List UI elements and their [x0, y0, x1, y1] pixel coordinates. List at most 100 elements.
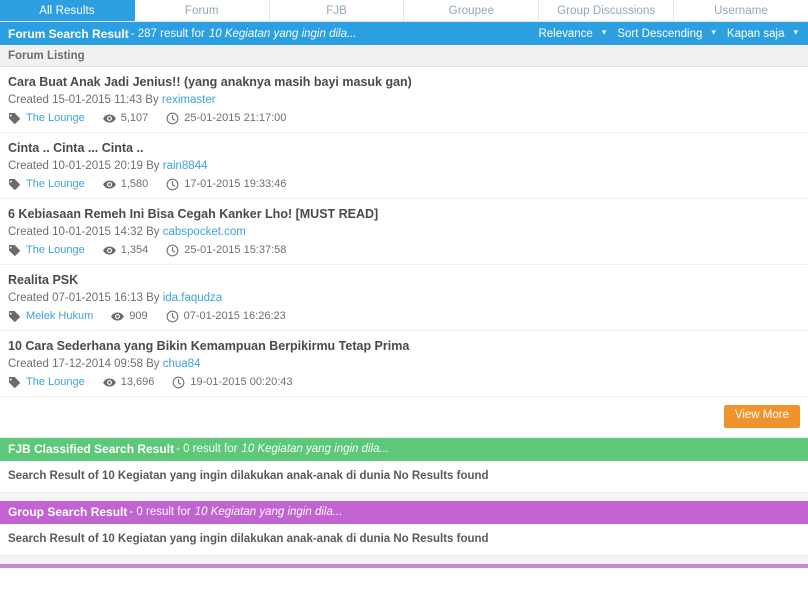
- eye-icon: [102, 178, 116, 191]
- forum-result-row[interactable]: Cara Buat Anak Jadi Jenius!! (yang anakn…: [0, 67, 808, 134]
- forum-search-query: 10 Kegiatan yang ingin dila...: [208, 27, 357, 40]
- tag-icon: [8, 310, 21, 323]
- result-created-label: Created 10-01-2015 14:32 By: [8, 226, 160, 239]
- result-title[interactable]: 6 Kebiasaan Remeh Ini Bisa Cegah Kanker …: [8, 207, 800, 221]
- result-stats: The Lounge 1,354 25-01-2015 15:37:58: [8, 244, 800, 257]
- bottom-accent-rule: [0, 563, 808, 568]
- forum-result-row[interactable]: 6 Kebiasaan Remeh Ini Bisa Cegah Kanker …: [0, 199, 808, 266]
- result-created-meta: Created 17-12-2014 09:58 By chua84: [8, 358, 800, 371]
- result-stats: The Lounge 5,107 25-01-2015 21:17:00: [8, 112, 800, 125]
- result-forum-link[interactable]: The Lounge: [26, 245, 85, 256]
- result-stats: The Lounge 13,696 19-01-2015 00:20:43: [8, 376, 800, 389]
- result-forum-stat[interactable]: Melek Hukum: [8, 310, 93, 323]
- result-created-meta: Created 10-01-2015 14:32 By cabspocket.c…: [8, 226, 800, 239]
- result-lastpost-stat: 17-01-2015 19:33:46: [166, 178, 286, 191]
- result-created-meta: Created 10-01-2015 20:19 By rain8844: [8, 160, 800, 173]
- tab-forum[interactable]: Forum: [134, 0, 270, 21]
- group-section-title: Group Search Result: [8, 505, 128, 520]
- clock-icon: [172, 376, 185, 389]
- eye-icon: [102, 112, 116, 125]
- forum-listing-label: Forum Listing: [8, 49, 85, 62]
- tab-label: Forum: [184, 4, 219, 17]
- sort-order-dropdown-label: Sort Descending: [617, 27, 703, 40]
- result-created-label: Created 15-01-2015 11:43 By: [8, 94, 159, 107]
- result-views-stat: 1,354: [102, 244, 149, 257]
- tab-all-results[interactable]: All Results: [0, 0, 135, 21]
- eye-icon: [102, 376, 116, 389]
- result-views-stat: 1,580: [102, 178, 148, 191]
- forum-listing-header: Forum Listing: [0, 45, 808, 67]
- result-views-stat: 13,696: [102, 376, 155, 389]
- tab-fjb[interactable]: FJB: [269, 0, 405, 21]
- tag-icon: [8, 112, 21, 125]
- result-title[interactable]: 10 Cara Sederhana yang Bikin Kemampuan B…: [8, 339, 800, 353]
- tag-icon: [8, 376, 21, 389]
- fjb-section-title: FJB Classified Search Result: [8, 442, 175, 457]
- chevron-down-icon: ▾: [711, 27, 716, 37]
- result-forum-link[interactable]: Melek Hukum: [26, 311, 93, 322]
- forum-result-row[interactable]: 10 Cara Sederhana yang Bikin Kemampuan B…: [0, 331, 808, 398]
- result-views-stat: 909: [111, 310, 148, 323]
- fjb-search-query: 10 Kegiatan yang ingin dila...: [241, 443, 390, 456]
- result-views-count: 5,107: [120, 112, 149, 125]
- result-forum-stat[interactable]: The Lounge: [8, 178, 85, 191]
- view-more-button[interactable]: View More: [723, 405, 800, 428]
- result-lastpost-stat: 19-01-2015 00:20:43: [172, 376, 293, 389]
- result-lastpost-time: 25-01-2015 15:37:58: [184, 244, 287, 257]
- result-author-link[interactable]: chua84: [163, 358, 201, 370]
- fjb-result-count: - 0 result for: [176, 443, 238, 456]
- result-lastpost-time: 17-01-2015 19:33:46: [184, 178, 287, 191]
- result-title[interactable]: Realita PSK: [8, 273, 800, 287]
- result-title[interactable]: Cinta .. Cinta ... Cinta ..: [8, 141, 800, 155]
- tab-groupee[interactable]: Groupee: [404, 0, 540, 21]
- search-scope-tabs: All Results Forum FJB Groupee Group Disc…: [0, 0, 808, 22]
- result-views-count: 1,354: [120, 244, 149, 257]
- result-author-link[interactable]: ida.faqudza: [163, 292, 222, 304]
- result-created-label: Created 17-12-2014 09:58 By: [8, 358, 160, 371]
- tag-icon: [8, 178, 21, 191]
- result-forum-link[interactable]: The Lounge: [26, 179, 85, 190]
- forum-result-count: - 287 result for: [130, 27, 205, 40]
- tab-label: Group Discussions: [557, 4, 656, 17]
- forum-result-row[interactable]: Realita PSK Created 07-01-2015 16:13 By i…: [0, 265, 808, 332]
- time-range-dropdown[interactable]: Kapan saja ▾: [727, 28, 800, 40]
- result-author-link[interactable]: reximaster: [162, 94, 216, 106]
- relevance-dropdown[interactable]: Relevance ▾: [538, 28, 617, 40]
- result-lastpost-stat: 07-01-2015 16:26:23: [166, 310, 286, 323]
- forum-results-list: Cara Buat Anak Jadi Jenius!! (yang anakn…: [0, 67, 808, 398]
- result-forum-link[interactable]: The Lounge: [26, 113, 85, 124]
- sort-order-dropdown[interactable]: Sort Descending ▾: [617, 28, 727, 40]
- result-forum-link[interactable]: The Lounge: [26, 377, 85, 388]
- result-created-label: Created 07-01-2015 16:13 By: [8, 292, 160, 305]
- clock-icon: [166, 112, 179, 125]
- eye-icon: [102, 244, 116, 257]
- result-forum-stat[interactable]: The Lounge: [8, 376, 85, 389]
- chevron-down-icon: ▾: [793, 27, 798, 37]
- tab-group-discussions[interactable]: Group Discussions: [539, 0, 675, 21]
- result-stats: The Lounge 1,580 17-01-2015 19:33:46: [8, 178, 800, 191]
- result-forum-stat[interactable]: The Lounge: [8, 244, 85, 257]
- forum-section-title: Forum Search Result: [8, 26, 129, 41]
- tab-label: Username: [714, 4, 768, 17]
- result-author-link[interactable]: cabspocket.com: [163, 226, 246, 238]
- result-created-meta: Created 07-01-2015 16:13 By ida.faqudza: [8, 292, 800, 305]
- section-gap-bottom: [0, 555, 808, 564]
- tab-label: All Results: [39, 4, 95, 17]
- result-author-link[interactable]: rain8844: [163, 160, 208, 172]
- view-more-bar: View More: [0, 397, 808, 438]
- result-stats: Melek Hukum 909 07-01-2015 16:26:23: [8, 310, 800, 323]
- result-lastpost-time: 19-01-2015 00:20:43: [190, 376, 293, 389]
- forum-result-row[interactable]: Cinta .. Cinta ... Cinta .. Created 10-01…: [0, 133, 808, 200]
- result-views-stat: 5,107: [102, 112, 149, 125]
- fjb-search-result-header: FJB Classified Search Result - 0 result …: [0, 437, 808, 461]
- time-range-dropdown-label: Kapan saja: [726, 27, 785, 40]
- result-forum-stat[interactable]: The Lounge: [8, 112, 85, 125]
- forum-sort-controls: Relevance ▾ Sort Descending ▾ Kapan saja…: [538, 28, 800, 40]
- result-views-count: 13,696: [120, 376, 155, 389]
- result-lastpost-time: 07-01-2015 16:26:23: [183, 310, 286, 323]
- result-lastpost-time: 25-01-2015 21:17:00: [184, 112, 287, 125]
- group-no-results-message: Search Result of 10 Kegiatan yang ingin …: [0, 523, 808, 556]
- section-gap: [0, 492, 808, 501]
- tab-username[interactable]: Username: [674, 0, 808, 21]
- result-title[interactable]: Cara Buat Anak Jadi Jenius!! (yang anakn…: [8, 75, 800, 89]
